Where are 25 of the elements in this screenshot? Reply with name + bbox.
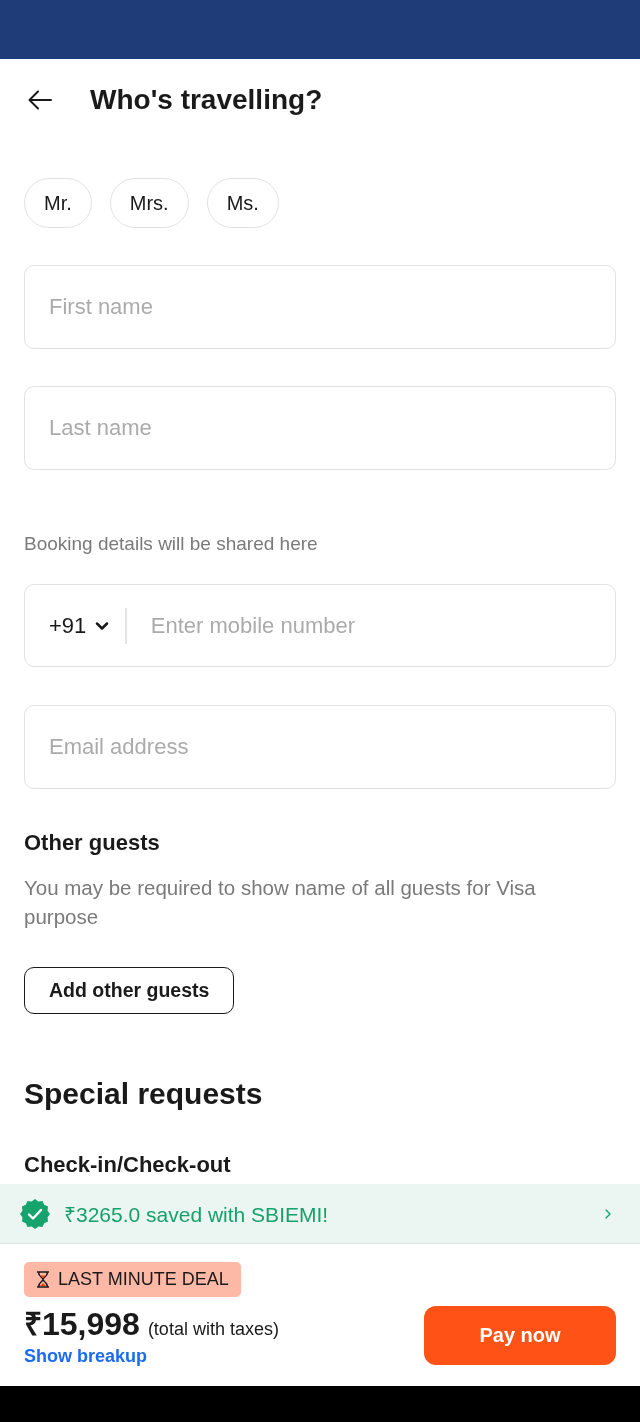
salutation-chip[interactable]: Mrs. bbox=[109, 178, 189, 228]
savings-text: ₹3265.0 saved with SBIEMI! bbox=[64, 1201, 330, 1228]
name-input[interactable]: Last name bbox=[24, 386, 616, 470]
total-price: ₹15,998 bbox=[24, 1306, 140, 1342]
page-title: Who's travelling? bbox=[90, 83, 323, 117]
name-input[interactable]: First name bbox=[24, 265, 616, 349]
salutation-chip[interactable]: Ms. bbox=[206, 178, 279, 228]
email-input[interactable]: Email address bbox=[24, 705, 616, 789]
phone-field[interactable]: +91 Enter mobile number bbox=[24, 584, 616, 667]
section-subtitle: Check-in/Check-out bbox=[24, 1151, 232, 1179]
back-button[interactable] bbox=[28, 88, 52, 112]
section-title: Special requests bbox=[24, 1076, 264, 1112]
country-code-dropdown[interactable]: +91 bbox=[49, 612, 113, 639]
contact-note: Booking details will be shared here bbox=[24, 532, 319, 556]
check-badge-icon bbox=[20, 1198, 50, 1229]
add-guests-button[interactable]: Add other guests bbox=[24, 967, 235, 1014]
guests-description: You may be required to show name of all guests for Visa purpose bbox=[24, 875, 537, 930]
back-arrow-icon bbox=[28, 90, 52, 110]
hourglass-icon bbox=[36, 1271, 50, 1288]
show-breakup-link[interactable]: Show breakup bbox=[24, 1345, 148, 1367]
deal-label: LAST MINUTE DEAL bbox=[58, 1269, 229, 1290]
salutation-chip[interactable]: Mr. bbox=[24, 178, 92, 228]
mobile-number-input[interactable]: Enter mobile number bbox=[150, 605, 551, 646]
price-note: (total with taxes) bbox=[147, 1319, 279, 1340]
section-title: Other guests bbox=[24, 829, 161, 857]
